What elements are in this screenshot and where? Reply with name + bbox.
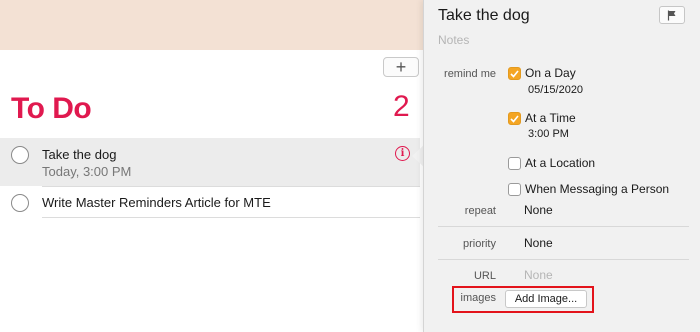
when-messaging-checkbox[interactable] (508, 183, 521, 196)
at-a-location-checkbox[interactable] (508, 157, 521, 170)
reminder-detail-popover: Take the dog Notes remind me On a Day 05… (423, 0, 700, 332)
info-icon[interactable]: i (395, 146, 410, 161)
plus-icon: + (395, 57, 407, 77)
checkmark-icon (510, 69, 519, 78)
add-reminder-button[interactable]: + (383, 57, 419, 77)
url-label: URL (473, 270, 496, 282)
at-a-location-label: At a Location (525, 156, 596, 170)
notes-field[interactable]: Notes (438, 33, 469, 47)
on-a-day-checkbox[interactable] (508, 67, 521, 80)
flag-button[interactable] (659, 6, 685, 24)
priority-label: priority (462, 238, 496, 250)
row-divider (42, 217, 420, 218)
list-title: To Do (11, 92, 92, 125)
window-top-area (0, 0, 440, 50)
list-count: 2 (393, 90, 410, 123)
complete-checkbox[interactable] (11, 146, 29, 164)
reminder-due: Today, 3:00 PM (42, 164, 132, 179)
when-messaging-label: When Messaging a Person (525, 182, 670, 196)
on-a-day-label: On a Day (525, 66, 576, 80)
section-divider (438, 259, 689, 260)
repeat-value[interactable]: None (524, 203, 553, 217)
add-image-button[interactable]: Add Image... (505, 290, 587, 308)
at-a-time-label: At a Time (525, 111, 576, 125)
reminder-title: Write Master Reminders Article for MTE (42, 195, 271, 210)
remind-me-label: remind me (444, 68, 496, 80)
time-field[interactable]: 3:00 PM (528, 128, 569, 140)
flag-icon (667, 10, 676, 20)
url-field[interactable]: None (524, 268, 553, 282)
at-a-time-checkbox[interactable] (508, 112, 521, 125)
date-field[interactable]: 05/15/2020 (528, 84, 583, 96)
detail-title[interactable]: Take the dog (438, 7, 530, 25)
reminder-title: Take the dog (42, 147, 117, 162)
row-divider (42, 186, 420, 187)
checkmark-icon (510, 114, 519, 123)
priority-value[interactable]: None (524, 236, 553, 250)
complete-checkbox[interactable] (11, 194, 29, 212)
repeat-label: repeat (464, 205, 496, 217)
section-divider (438, 226, 689, 227)
